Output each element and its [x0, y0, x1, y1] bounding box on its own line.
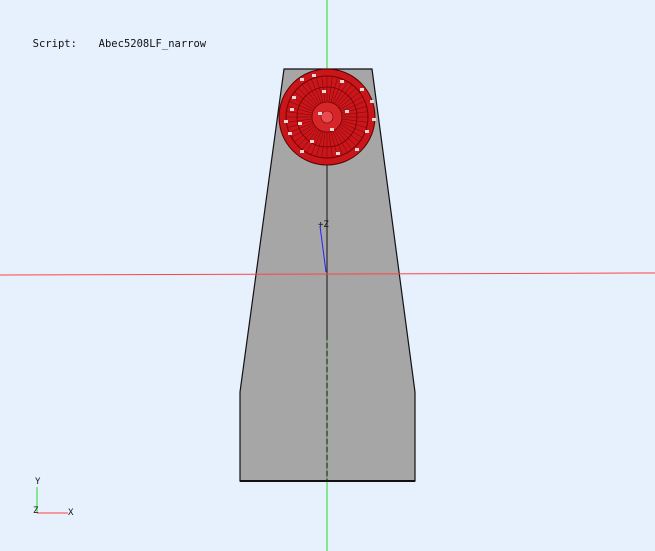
z-axis-label: +Z — [318, 220, 329, 230]
triad-x-label: X — [68, 508, 74, 518]
triad-y-label: Y — [35, 477, 41, 487]
axis-triad: Y Z X — [33, 477, 74, 518]
3d-viewport[interactable]: +Z Y Z X — [0, 0, 655, 551]
driver-unit — [278, 68, 376, 166]
triad-z-label: Z — [33, 506, 39, 516]
